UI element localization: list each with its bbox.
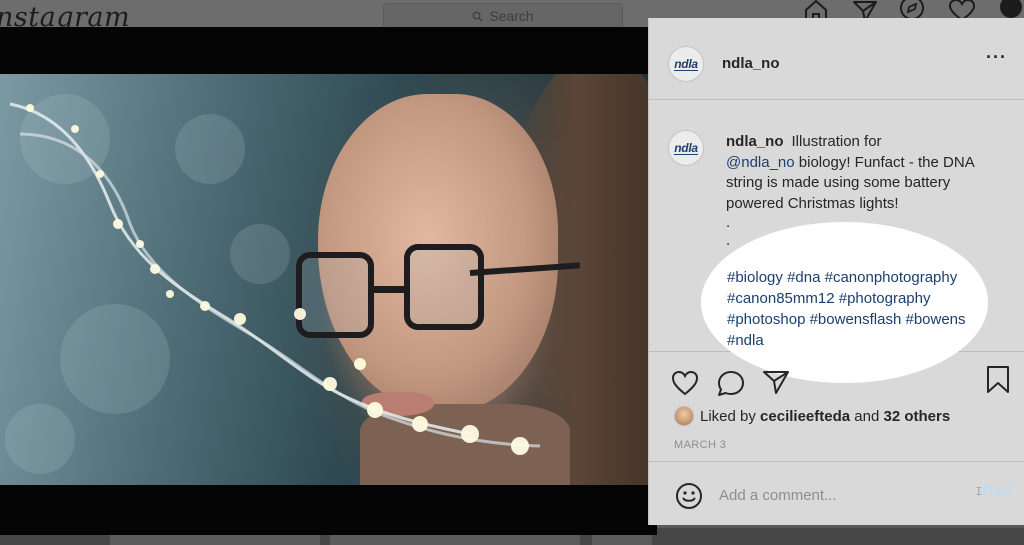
- text-cursor-icon: ⵊ: [976, 486, 982, 498]
- actions-divider: [649, 461, 1024, 462]
- hashtag-link[interactable]: #photography: [839, 290, 931, 307]
- save-icon[interactable]: [985, 365, 1011, 395]
- hashtag-link[interactable]: #biology: [727, 269, 783, 286]
- caption-mention[interactable]: @ndla_no: [726, 154, 795, 171]
- search-box[interactable]: Search: [383, 3, 623, 29]
- hashtag-link[interactable]: #canon85mm12: [727, 290, 835, 307]
- caption-avatar[interactable]: ndla: [668, 130, 704, 166]
- hashtag-link[interactable]: #bowens: [905, 311, 965, 328]
- hashtag-link[interactable]: #dna: [787, 269, 820, 286]
- header-divider: [649, 99, 1024, 100]
- hashtag-link[interactable]: #canonphotography: [825, 269, 958, 286]
- liker-username[interactable]: cecilieefteda: [760, 408, 850, 425]
- post-comment-button[interactable]: ⵊPost: [976, 482, 1013, 499]
- post-photo: [0, 74, 657, 485]
- avatar-logo-text: ndla: [674, 56, 698, 71]
- liked-by-prefix: Liked by: [700, 407, 756, 425]
- author-avatar[interactable]: ndla: [668, 46, 704, 82]
- likes-others-link[interactable]: 32 others: [883, 408, 950, 425]
- liker-avatar[interactable]: [674, 406, 694, 426]
- dna-lights: [9, 102, 541, 455]
- caption-username[interactable]: ndla_no: [726, 133, 784, 150]
- post-date[interactable]: MARCH 3: [674, 439, 726, 451]
- hashtag-link[interactable]: #photoshop: [727, 311, 805, 328]
- avatar-logo-text: ndla: [674, 140, 698, 155]
- liked-by-joiner: and: [854, 407, 880, 425]
- liked-by-text: Liked by cecilieefteda and 32 others: [700, 408, 950, 425]
- comment-icon[interactable]: [716, 369, 746, 397]
- emoji-icon[interactable]: [675, 482, 703, 510]
- post-media[interactable]: [0, 27, 657, 535]
- hashtag-link[interactable]: #ndla: [727, 332, 764, 349]
- caption-text-start: Illustration for: [791, 133, 882, 150]
- comment-input[interactable]: [719, 485, 949, 505]
- hashtag-link[interactable]: #bowensflash: [810, 311, 902, 328]
- search-icon: [472, 11, 483, 22]
- hashtag-list: #biology #dna #canonphotography #canon85…: [727, 267, 987, 351]
- search-placeholder: Search: [489, 8, 534, 24]
- author-username[interactable]: ndla_no: [722, 55, 780, 72]
- like-icon[interactable]: [671, 370, 699, 396]
- likes-summary: Liked by cecilieefteda and 32 others: [674, 406, 950, 426]
- more-options-button[interactable]: ···: [986, 48, 1007, 66]
- share-icon[interactable]: [762, 369, 790, 395]
- post-button-label: Post: [982, 482, 1013, 499]
